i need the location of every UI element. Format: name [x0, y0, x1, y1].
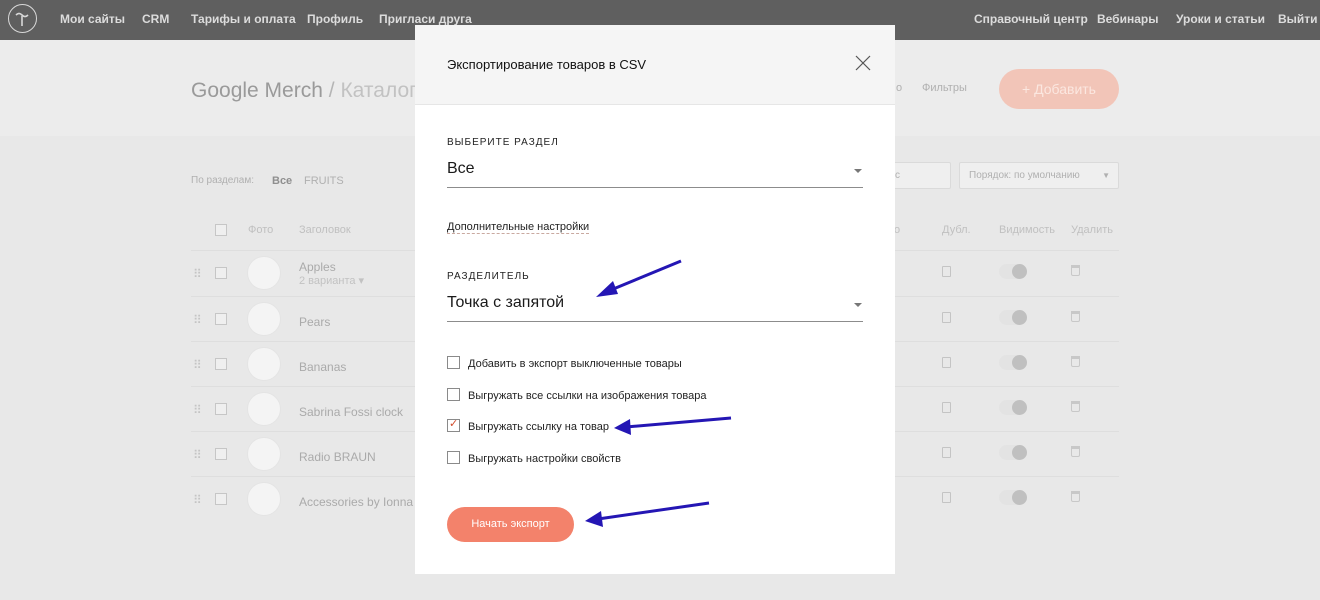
- arrow-to-product-link: [614, 416, 732, 435]
- annotation-arrows: [585, 259, 732, 527]
- arrow-to-separator: [596, 259, 682, 297]
- arrow-to-export-button: [585, 501, 710, 527]
